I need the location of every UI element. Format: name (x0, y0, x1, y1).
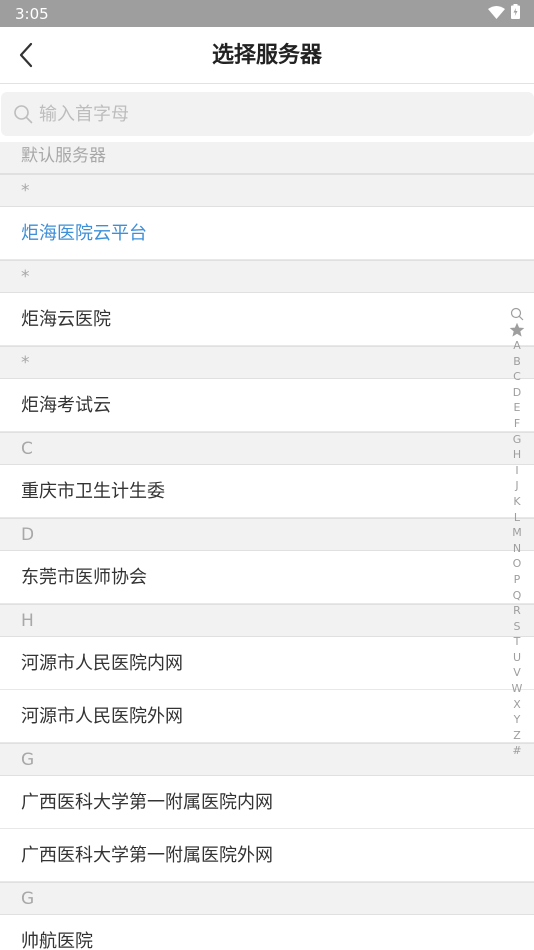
battery-icon (511, 4, 520, 23)
index-letter[interactable]: P (512, 572, 523, 588)
server-list: 默认服务器 * 炬海医院云平台 * 炬海云医院 * 炬海考试云 C 重庆市卫生计… (0, 142, 534, 950)
server-item[interactable]: 广西医科大学第一附属医院外网 (0, 829, 534, 882)
server-item[interactable]: 炬海云医院 (0, 293, 534, 346)
server-item[interactable]: 东莞市医师协会 (0, 551, 534, 604)
status-icons (488, 4, 520, 23)
section-header: * (0, 174, 534, 207)
title-bar: 选择服务器 (0, 27, 534, 84)
index-letter[interactable]: U (512, 650, 523, 666)
index-letter[interactable]: # (512, 743, 523, 759)
index-letter[interactable]: K (512, 494, 523, 510)
index-letter[interactable]: N (512, 541, 523, 557)
server-item[interactable]: 帅航医院 (0, 915, 534, 950)
search-input[interactable] (39, 103, 499, 125)
back-button[interactable] (10, 39, 42, 71)
screen: 3:05 选择服务器 输入首字母 默认服务器 * 炬海医院云平台 * 炬海云医院… (0, 0, 534, 950)
search-icon (14, 105, 33, 124)
status-time: 3:05 (15, 4, 49, 23)
index-letter[interactable]: M (512, 525, 523, 541)
server-item[interactable]: 河源市人民医院内网 (0, 637, 534, 690)
index-letter[interactable]: Q (512, 588, 523, 604)
index-letter[interactable]: R (512, 603, 523, 619)
index-letters: A B C D E F G H I J K L M N O P Q R S T U V W X Y Z # (512, 338, 523, 759)
section-header: H (0, 604, 534, 637)
search-icon[interactable] (510, 306, 524, 322)
page-title: 选择服务器 (211, 43, 322, 68)
index-letter[interactable]: H (512, 447, 523, 463)
index-letter[interactable]: B (512, 354, 523, 370)
index-letter[interactable]: L (512, 510, 523, 526)
index-letter[interactable]: D (512, 385, 523, 401)
server-item[interactable]: 炬海考试云 (0, 379, 534, 432)
index-letter[interactable]: I (512, 463, 523, 479)
wifi-icon (488, 5, 505, 23)
server-item[interactable]: 广西医科大学第一附属医院内网 (0, 776, 534, 829)
section-header: G (0, 743, 534, 776)
section-header: G (0, 882, 534, 915)
index-letter[interactable]: V (512, 665, 523, 681)
server-item[interactable]: 河源市人民医院外网 (0, 690, 534, 743)
server-item[interactable]: 炬海医院云平台 (0, 207, 534, 260)
status-bar: 3:05 (0, 0, 534, 27)
index-letter[interactable]: Z (512, 728, 523, 744)
section-header-default: 默认服务器 (0, 142, 534, 174)
index-letter[interactable]: C (512, 369, 523, 385)
index-letter[interactable]: W (512, 681, 523, 697)
index-letter[interactable]: A (512, 338, 523, 354)
index-letter[interactable]: J (512, 478, 523, 494)
index-letter[interactable]: X (512, 697, 523, 713)
index-letter[interactable]: Y (512, 712, 523, 728)
index-letter[interactable]: G (512, 432, 523, 448)
index-letter[interactable]: S (512, 619, 523, 635)
section-header: * (0, 260, 534, 293)
alphabet-index[interactable]: A B C D E F G H I J K L M N O P Q R S T U V W X Y Z # (509, 306, 525, 759)
index-letter[interactable]: T (512, 634, 523, 650)
search-area (0, 84, 534, 142)
chevron-left-icon (19, 42, 33, 68)
index-letter[interactable]: E (512, 400, 523, 416)
section-header: * (0, 346, 534, 379)
section-header: D (0, 518, 534, 551)
index-letter[interactable]: O (512, 556, 523, 572)
server-item[interactable]: 重庆市卫生计生委 (0, 465, 534, 518)
search-box[interactable] (1, 92, 534, 136)
index-letter[interactable]: F (512, 416, 523, 432)
section-header: C (0, 432, 534, 465)
star-icon[interactable] (509, 322, 525, 338)
